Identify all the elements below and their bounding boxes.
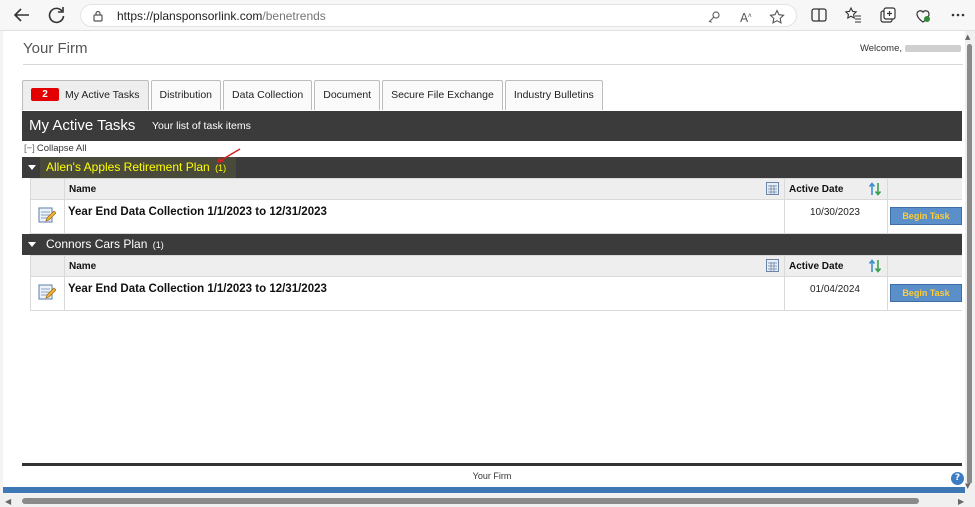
begin-task-button[interactable]: Begin Task xyxy=(890,207,962,225)
plan-title: Allen's Apples Retirement Plan xyxy=(46,160,210,174)
section-header: My Active Tasks Your list of task items xyxy=(22,111,962,141)
page-content: Your Firm Welcome, 2 My Active Tasks Dist… xyxy=(3,31,965,493)
plan-group-header[interactable]: Allen's Apples Retirement Plan (1) xyxy=(22,157,962,178)
tab-industry-bulletins[interactable]: Industry Bulletins xyxy=(504,80,603,110)
calendar-filter-icon[interactable] xyxy=(766,259,779,272)
welcome-label: Welcome, xyxy=(859,43,902,54)
vertical-scroll-thumb[interactable] xyxy=(967,44,972,484)
active-date-column-header[interactable]: Active Date xyxy=(784,178,888,200)
page-title: Your Firm xyxy=(23,40,88,57)
address-bar[interactable]: https://plansponsorlink.com/benetrends A… xyxy=(80,4,797,27)
begin-task-button[interactable]: Begin Task xyxy=(890,284,962,302)
action-column-header xyxy=(887,255,962,277)
tab-document[interactable]: Document xyxy=(314,80,381,110)
task-name[interactable]: Year End Data Collection 1/1/2023 to 12/… xyxy=(64,199,785,234)
scroll-right-arrow-icon[interactable]: ▶ xyxy=(958,497,964,506)
lock-icon xyxy=(93,10,103,22)
split-screen-icon[interactable] xyxy=(810,6,828,24)
name-column-header[interactable]: Name xyxy=(64,255,785,277)
table-header-row: Name Active Date xyxy=(30,255,962,277)
task-icon-cell xyxy=(30,199,65,234)
annotation-arrow-icon xyxy=(217,148,241,163)
task-icon-cell xyxy=(30,276,65,311)
url-path: /benetrends xyxy=(262,9,326,23)
collapse-all-link[interactable]: [−] Collapse All xyxy=(24,143,86,154)
collapse-label: Collapse All xyxy=(36,143,87,154)
browser-essentials-icon[interactable] xyxy=(914,6,932,24)
date-header-label: Active Date xyxy=(789,261,844,272)
horizontal-scroll-thumb[interactable] xyxy=(22,498,919,504)
scroll-up-arrow-icon[interactable]: ▲ xyxy=(965,33,970,41)
action-cell: Begin Task xyxy=(887,276,962,311)
favorite-star-icon[interactable] xyxy=(769,9,785,25)
icon-column-header xyxy=(30,255,65,277)
user-name-redacted xyxy=(905,44,961,52)
bottom-accent-bar xyxy=(3,487,965,493)
table-row: Year End Data Collection 1/1/2023 to 12/… xyxy=(30,276,962,311)
task-edit-icon[interactable] xyxy=(38,283,56,301)
active-date-column-header[interactable]: Active Date xyxy=(784,255,888,277)
collapse-mark: [−] xyxy=(24,143,35,154)
tab-bar: 2 My Active Tasks Distribution Data Colle… xyxy=(22,80,605,110)
tab-data-collection[interactable]: Data Collection xyxy=(223,80,313,110)
task-table: Name Active Date Year End Data Collectio… xyxy=(30,178,962,234)
scroll-left-arrow-icon[interactable]: ◀ xyxy=(5,497,11,506)
task-active-date: 10/30/2023 xyxy=(784,199,888,234)
sort-icon[interactable] xyxy=(868,182,882,196)
svg-text:ʌ: ʌ xyxy=(748,12,752,19)
collections-icon[interactable] xyxy=(879,6,897,24)
help-icon[interactable]: ? xyxy=(951,472,964,485)
table-header-row: Name Active Date xyxy=(30,178,962,200)
read-aloud-icon[interactable]: Aʌ xyxy=(739,9,755,25)
name-column-header[interactable]: Name xyxy=(64,178,785,200)
favorites-icon[interactable] xyxy=(844,6,862,24)
scroll-down-arrow-icon[interactable]: ▼ xyxy=(965,482,970,490)
key-icon[interactable] xyxy=(706,9,722,25)
back-icon[interactable] xyxy=(10,4,34,26)
title-divider xyxy=(23,64,963,65)
table-row: Year End Data Collection 1/1/2023 to 12/… xyxy=(30,199,962,234)
section-title: My Active Tasks xyxy=(29,117,136,134)
task-count-badge: 2 xyxy=(31,88,59,101)
tab-label: My Active Tasks xyxy=(65,89,140,101)
sort-icon[interactable] xyxy=(868,259,882,273)
name-header-label: Name xyxy=(69,184,97,195)
url-text: https://plansponsorlink.com/benetrends xyxy=(117,9,326,23)
name-header-label: Name xyxy=(69,261,97,272)
calendar-filter-icon[interactable] xyxy=(766,182,779,195)
tab-distribution[interactable]: Distribution xyxy=(150,80,222,110)
tab-secure-file-exchange[interactable]: Secure File Exchange xyxy=(382,80,503,110)
browser-toolbar: https://plansponsorlink.com/benetrends A… xyxy=(0,0,975,31)
plan-name: Connors Cars Plan (1) xyxy=(46,237,164,251)
task-active-date: 01/04/2024 xyxy=(784,276,888,311)
action-column-header xyxy=(887,178,962,200)
url-host: https://plansponsorlink.com xyxy=(117,9,263,23)
date-header-label: Active Date xyxy=(789,184,844,195)
plan-name: Allen's Apples Retirement Plan (1) xyxy=(46,160,226,174)
task-table: Name Active Date Year End Data Collectio… xyxy=(30,255,962,311)
collapse-triangle-icon[interactable] xyxy=(28,165,36,170)
icon-column-header xyxy=(30,178,65,200)
refresh-icon[interactable] xyxy=(45,4,69,26)
collapse-triangle-icon[interactable] xyxy=(28,242,36,247)
welcome-text: Welcome, xyxy=(860,43,961,54)
tab-my-active-tasks[interactable]: 2 My Active Tasks xyxy=(22,80,149,110)
task-name[interactable]: Year End Data Collection 1/1/2023 to 12/… xyxy=(64,276,785,311)
task-edit-icon[interactable] xyxy=(38,206,56,224)
footer-divider xyxy=(22,463,962,466)
plan-group-header[interactable]: Connors Cars Plan (1) xyxy=(22,234,962,255)
action-cell: Begin Task xyxy=(887,199,962,234)
plan-count: (1) xyxy=(152,240,164,250)
section-subtitle: Your list of task items xyxy=(152,120,251,132)
plan-title: Connors Cars Plan xyxy=(46,237,148,251)
footer-firm-name: Your Firm xyxy=(472,471,512,481)
more-menu-icon[interactable] xyxy=(949,6,967,24)
